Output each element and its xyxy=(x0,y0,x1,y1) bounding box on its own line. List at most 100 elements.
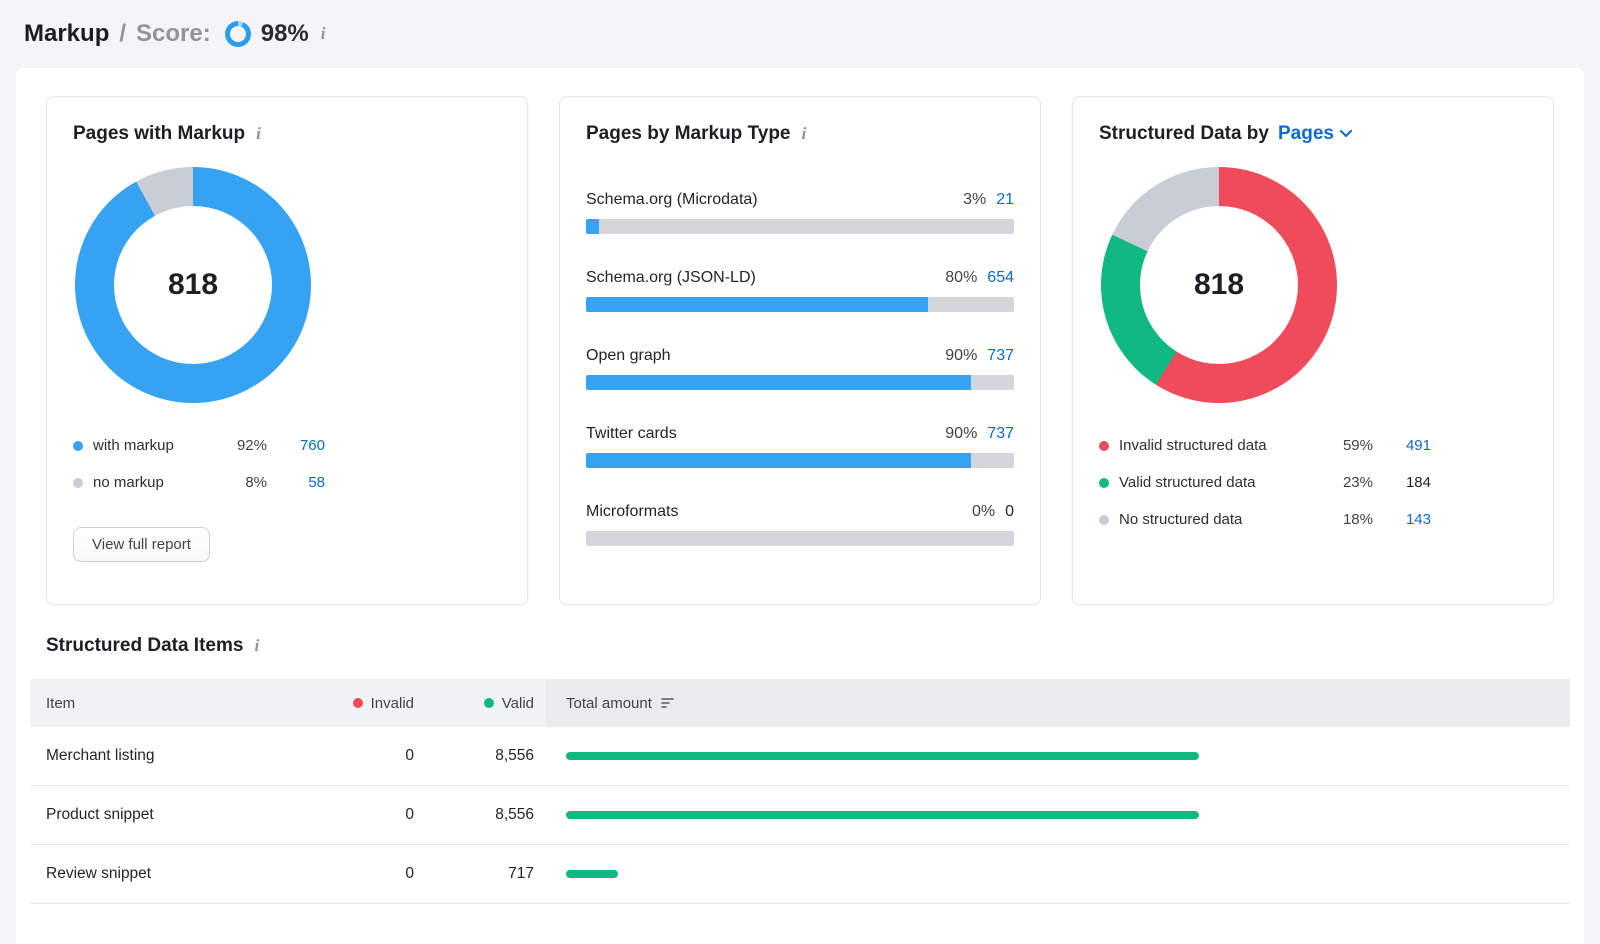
structured-data-items-header: Structured Data Items i xyxy=(46,635,1554,657)
markup-type-count: 0 xyxy=(1005,503,1014,521)
legend-percent: 23% xyxy=(1315,474,1373,491)
invalid-dot-icon xyxy=(353,698,363,708)
invalid-count: 0 xyxy=(322,806,414,824)
legend-label: with markup xyxy=(93,437,213,454)
markup-type-row: Schema.org (Microdata) 3% 21 xyxy=(586,191,1014,234)
markup-type-count-link[interactable]: 654 xyxy=(987,269,1014,287)
markup-type-percent: 90% xyxy=(945,347,977,365)
donut-hole: 818 xyxy=(1140,206,1298,364)
legend-item: Invalid structured data 59% 491 xyxy=(1099,427,1431,464)
column-header-total-amount[interactable]: Total amount xyxy=(546,679,1570,727)
donut-total-value: 818 xyxy=(168,268,218,302)
table-row: Product snippet 0 8,556 xyxy=(30,786,1570,845)
markup-type-label: Schema.org (Microdata) xyxy=(586,191,758,209)
progress-bar-track xyxy=(586,531,1014,546)
markup-type-list: Schema.org (Microdata) 3% 21 Schema.org … xyxy=(586,191,1014,546)
legend-value-link[interactable]: 58 xyxy=(267,474,325,491)
table-header-row: Item Invalid Valid Total amount xyxy=(30,679,1570,727)
legend-item: no markup 8% 58 xyxy=(73,464,325,501)
card-title: Pages with Markup xyxy=(73,123,245,145)
legend-percent: 92% xyxy=(213,437,267,454)
progress-bar-fill xyxy=(586,219,599,234)
progress-bar-track xyxy=(586,297,1014,312)
total-amount-bar xyxy=(566,752,1199,760)
legend-percent: 8% xyxy=(213,474,267,491)
pages-by-markup-type-card: Pages by Markup Type i Schema.org (Micro… xyxy=(559,96,1041,605)
no-structured-data-dot-icon xyxy=(1099,515,1109,525)
structured-data-items-table: Item Invalid Valid Total amount Merchant… xyxy=(30,679,1570,904)
info-icon[interactable]: i xyxy=(319,24,328,44)
valid-count: 8,556 xyxy=(414,747,534,765)
progress-bar-track xyxy=(586,219,1014,234)
markup-type-count-link[interactable]: 737 xyxy=(987,425,1014,443)
invalid-count: 0 xyxy=(322,865,414,883)
markup-type-percent: 90% xyxy=(945,425,977,443)
structured-data-by-card: Structured Data by Pages 818 Invalid str… xyxy=(1072,96,1554,605)
item-name: Product snippet xyxy=(30,806,322,824)
markup-type-percent: 3% xyxy=(963,191,986,209)
info-icon[interactable]: i xyxy=(252,636,261,656)
legend-value: 184 xyxy=(1373,474,1431,491)
chevron-down-icon xyxy=(1340,130,1352,138)
score-gauge-icon xyxy=(225,21,251,47)
legend: with markup 92% 760 no markup 8% 58 xyxy=(73,427,325,501)
page-header: Markup / Score: 98% i xyxy=(0,0,1600,68)
invalid-dot-icon xyxy=(1099,441,1109,451)
column-header-total-label: Total amount xyxy=(566,695,652,712)
markup-type-label: Open graph xyxy=(586,347,671,365)
pages-with-markup-donut-chart: 818 xyxy=(75,167,311,403)
info-icon[interactable]: i xyxy=(800,124,809,144)
markup-type-count-link[interactable]: 737 xyxy=(987,347,1014,365)
progress-bar-fill xyxy=(586,453,971,468)
table-row: Merchant listing 0 8,556 xyxy=(30,727,1570,786)
valid-count: 8,556 xyxy=(414,806,534,824)
info-icon[interactable]: i xyxy=(254,124,263,144)
section-title: Structured Data Items xyxy=(46,635,243,657)
item-name: Merchant listing xyxy=(30,747,322,765)
legend-value-link[interactable]: 760 xyxy=(267,437,325,454)
pages-selector-dropdown[interactable]: Pages xyxy=(1278,123,1352,145)
legend-item: Valid structured data 23% 184 xyxy=(1099,464,1431,501)
markup-type-row: Open graph 90% 737 xyxy=(586,347,1014,390)
valid-dot-icon xyxy=(484,698,494,708)
markup-type-row: Microformats 0% 0 xyxy=(586,503,1014,546)
legend-percent: 18% xyxy=(1315,511,1373,528)
markup-type-count-link[interactable]: 21 xyxy=(996,191,1014,209)
cards-row: Pages with Markup i 818 with markup 92% … xyxy=(16,96,1584,605)
score-value: 98% xyxy=(261,20,309,48)
markup-type-label: Twitter cards xyxy=(586,425,677,443)
legend-item: No structured data 18% 143 xyxy=(1099,501,1431,538)
legend-label: Invalid structured data xyxy=(1119,437,1315,454)
pages-with-markup-card: Pages with Markup i 818 with markup 92% … xyxy=(46,96,528,605)
column-header-valid-label: Valid xyxy=(502,695,534,712)
table-row: Review snippet 0 717 xyxy=(30,845,1570,904)
total-amount-bar xyxy=(566,811,1199,819)
legend-value-link[interactable]: 143 xyxy=(1373,511,1431,528)
total-amount-bar xyxy=(566,870,618,878)
score-label: Score: xyxy=(136,20,211,48)
structured-data-donut-chart: 818 xyxy=(1101,167,1337,403)
valid-count: 717 xyxy=(414,865,534,883)
markup-type-row: Schema.org (JSON-LD) 80% 654 xyxy=(586,269,1014,312)
donut-total-value: 818 xyxy=(1194,268,1244,302)
legend-item: with markup 92% 760 xyxy=(73,427,325,464)
legend-value-link[interactable]: 491 xyxy=(1373,437,1431,454)
progress-bar-fill xyxy=(586,297,928,312)
progress-bar-fill xyxy=(586,375,971,390)
view-full-report-button[interactable]: View full report xyxy=(73,527,210,562)
progress-bar-track xyxy=(586,453,1014,468)
legend: Invalid structured data 59% 491 Valid st… xyxy=(1099,427,1431,538)
legend-label: no markup xyxy=(93,474,213,491)
column-header-invalid: Invalid xyxy=(322,679,414,727)
no-markup-dot-icon xyxy=(73,478,83,488)
legend-label: Valid structured data xyxy=(1119,474,1315,491)
markup-type-percent: 80% xyxy=(945,269,977,287)
card-title: Pages by Markup Type xyxy=(586,123,791,145)
valid-dot-icon xyxy=(1099,478,1109,488)
legend-label: No structured data xyxy=(1119,511,1315,528)
invalid-count: 0 xyxy=(322,747,414,765)
progress-bar-track xyxy=(586,375,1014,390)
markup-type-percent: 0% xyxy=(972,503,995,521)
column-header-valid: Valid xyxy=(414,679,534,727)
markup-type-label: Schema.org (JSON-LD) xyxy=(586,269,756,287)
